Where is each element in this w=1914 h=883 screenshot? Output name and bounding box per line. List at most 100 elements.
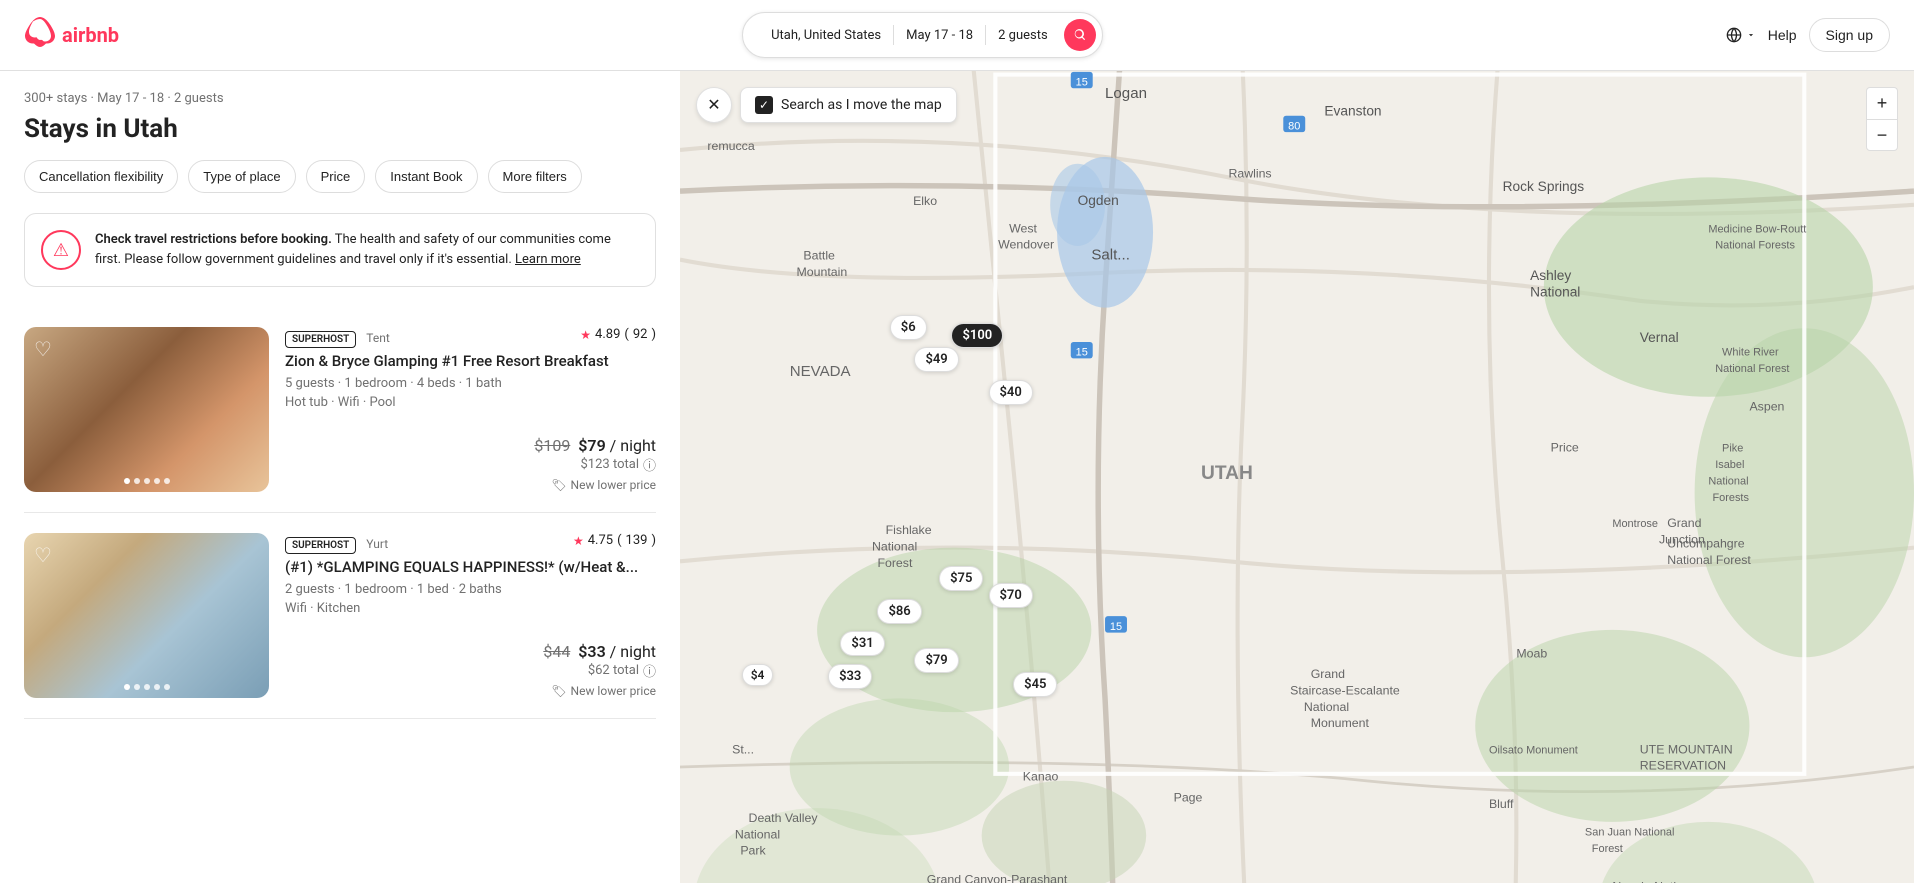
filter-type-of-place[interactable]: Type of place [188,160,295,193]
tag-icon-1: 🏷 [551,478,566,492]
current-price-1: $79 [578,436,605,455]
map-container[interactable]: Logan Ogden Salt... Evanston Rock Spring… [680,71,1914,883]
zoom-in-button[interactable]: + [1866,87,1898,119]
help-button[interactable]: Help [1768,27,1797,43]
price-pin-86[interactable]: $86 [877,599,921,624]
search-guests[interactable]: 2 guests [986,24,1060,47]
superhost-badge-1: SUPERHOST [285,331,356,348]
svg-text:White River: White River [1722,347,1779,359]
logo[interactable]: airbnb [24,16,119,55]
price-pin-100[interactable]: $100 [951,323,1003,348]
search-dates[interactable]: May 17 - 18 [894,24,985,47]
svg-text:Navajo Nation: Navajo Nation [1612,879,1690,883]
wishlist-button-2[interactable]: ♡ [34,543,52,568]
price-pin-31[interactable]: $31 [840,631,884,656]
svg-text:National: National [1708,476,1748,488]
map-close-button[interactable]: ✕ [696,87,732,123]
svg-text:National: National [1530,285,1580,300]
signup-button[interactable]: Sign up [1809,18,1890,52]
dot-5 [164,478,170,484]
listing-title-2[interactable]: (#1) *GLAMPING EQUALS HAPPINESS!* (w/Hea… [285,558,656,576]
wishlist-button-1[interactable]: ♡ [34,337,52,362]
listing-title-1[interactable]: Zion & Bryce Glamping #1 Free Resort Bre… [285,352,656,370]
price-suffix-2: / night [610,642,656,661]
price-pin-4[interactable]: $4 [742,664,774,686]
svg-text:Battle: Battle [803,249,835,263]
listing-type-1: Tent [366,331,390,345]
svg-text:remucca: remucca [707,139,754,153]
price-pin-6[interactable]: $6 [890,315,927,340]
svg-text:Page: Page [1174,790,1203,804]
listing-details-2: 2 guests · 1 bedroom · 1 bed · 2 baths [285,582,656,597]
filter-cancellation[interactable]: Cancellation flexibility [24,160,178,193]
price-pin-49[interactable]: $49 [914,347,958,372]
listing-rating-2: ★ 4.75 (139) [573,533,656,548]
original-price-1: $109 [534,436,570,455]
search-button[interactable] [1064,19,1096,51]
listing-card-1: ♡ SUPERHOST Tent ★ 4.89 [24,307,656,513]
price-pin-40[interactable]: $40 [989,380,1033,405]
price-pin-70[interactable]: $70 [989,583,1033,608]
svg-text:Staircase-Escalante: Staircase-Escalante [1290,683,1400,697]
filter-more[interactable]: More filters [488,160,582,193]
airbnb-logo-icon [24,16,56,55]
svg-text:Isabel: Isabel [1715,459,1744,471]
price-pin-75[interactable]: $75 [939,566,983,591]
main-layout: 300+ stays · May 17 - 18 · 2 guests Stay… [0,71,1914,883]
alert-icon: ⚠ [41,230,81,270]
price-pin-79[interactable]: $79 [914,648,958,673]
listing-info-1: SUPERHOST Tent ★ 4.89 (92) Zion & Bryce … [285,327,656,492]
listing-badge-type-2: SUPERHOST Yurt [285,533,388,554]
search-location[interactable]: Utah, United States [759,24,893,47]
listing-type-2: Yurt [366,537,388,551]
listing-card-2: ♡ SUPERHOST Yurt ★ 4.75 [24,513,656,719]
dot-2-2 [134,684,140,690]
svg-text:Grand: Grand [1667,516,1701,530]
info-icon-2: ⓘ [643,661,656,680]
svg-text:UTE MOUNTAIN: UTE MOUNTAIN [1640,742,1733,756]
right-panel: Logan Ogden Salt... Evanston Rock Spring… [680,71,1914,883]
info-icon-1: ⓘ [643,455,656,474]
dot-1 [124,478,130,484]
listing-amenities-2: Wifi · Kitchen [285,601,656,616]
star-icon-2: ★ [573,534,584,548]
search-bar[interactable]: Utah, United States May 17 - 18 2 guests [742,12,1103,58]
filter-price[interactable]: Price [306,160,366,193]
search-as-move-toggle[interactable]: ✓ Search as I move the map [740,87,957,123]
svg-text:UTAH: UTAH [1201,463,1253,484]
svg-text:Ogden: Ogden [1078,193,1119,208]
svg-text:Forest: Forest [1592,843,1623,855]
svg-text:National: National [735,827,780,841]
map-svg: Logan Ogden Salt... Evanston Rock Spring… [680,71,1914,883]
zoom-out-button[interactable]: − [1866,119,1898,151]
svg-text:Rock Springs: Rock Springs [1503,179,1585,194]
tag-icon-2: 🏷 [551,684,566,698]
svg-text:Ashley: Ashley [1530,268,1571,283]
svg-text:San Juan National: San Juan National [1585,827,1675,839]
svg-text:Park: Park [740,844,766,858]
price-pin-45[interactable]: $45 [1013,672,1057,697]
listing-price-total-1: $123 total ⓘ [581,455,657,474]
alert-text: Check travel restrictions before booking… [95,230,639,269]
listing-image-1: ♡ [24,327,269,492]
svg-text:Wendover: Wendover [998,238,1054,252]
filters-bar: Cancellation flexibility Type of place P… [24,160,656,193]
language-button[interactable] [1726,27,1756,43]
listing-top-2: SUPERHOST Yurt ★ 4.75 (139) [285,533,656,554]
map-zoom-controls: + − [1866,87,1898,151]
review-count-1: ( [624,327,628,342]
dot-4 [154,478,160,484]
review-count-2: 139 [626,533,648,548]
svg-text:Vernal: Vernal [1640,330,1679,345]
svg-text:Kanao: Kanao [1023,770,1059,784]
dot-3 [144,478,150,484]
svg-text:Mountain: Mountain [797,265,848,279]
price-pin-33[interactable]: $33 [828,664,872,689]
left-panel: 300+ stays · May 17 - 18 · 2 guests Stay… [0,71,680,883]
dot-2-1 [124,684,130,690]
svg-text:80: 80 [1288,120,1300,132]
alert-learn-more-link[interactable]: Learn more [515,252,581,267]
search-as-move-label: Search as I move the map [781,97,942,113]
current-price-2: $33 [578,642,605,661]
filter-instant-book[interactable]: Instant Book [375,160,477,193]
